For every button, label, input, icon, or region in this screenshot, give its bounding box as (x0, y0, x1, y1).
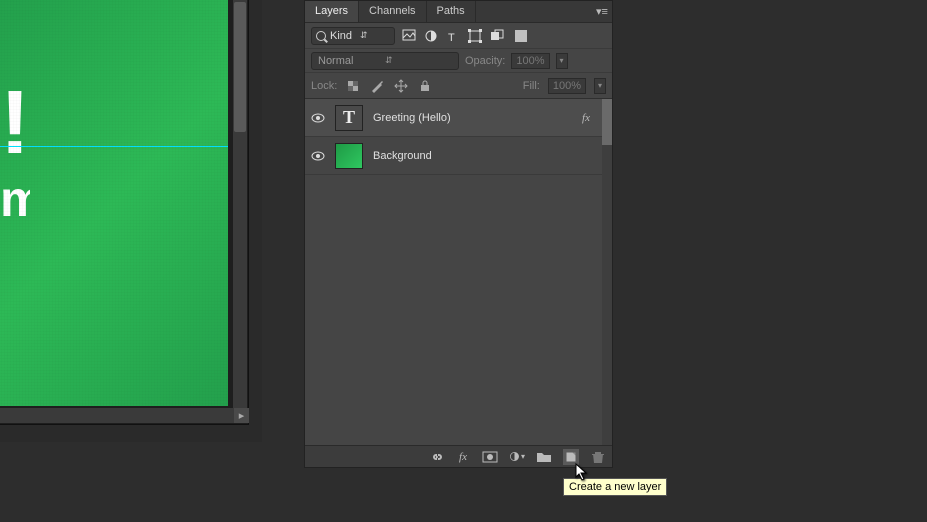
layer-name[interactable]: Background (373, 150, 606, 162)
canvas-text-fragment-bottom: m (0, 170, 30, 230)
canvas-area: ! m ▸ (0, 0, 262, 442)
panel-menu-icon[interactable]: ▾≡ (592, 1, 612, 22)
filter-pixel-icon[interactable] (401, 28, 417, 44)
fill-value-input[interactable]: 100% (548, 78, 586, 94)
search-icon (316, 31, 326, 41)
layer-thumbnail-text[interactable]: T (335, 105, 363, 131)
layer-row[interactable]: Background (305, 137, 612, 175)
fill-slider-toggle[interactable]: ▾ (594, 78, 606, 94)
blend-mode-row: Normal ⇵ Opacity: 100% ▾ (305, 49, 612, 73)
svg-text:T: T (448, 32, 455, 43)
tab-channels[interactable]: Channels (359, 1, 426, 22)
layer-filter-row: Kind ⇵ T (305, 23, 612, 49)
canvas-text-fragment-top: ! (0, 72, 30, 157)
blend-mode-select[interactable]: Normal ⇵ (311, 52, 459, 70)
filter-kind-label: Kind (330, 30, 360, 42)
lock-transparent-icon[interactable] (345, 78, 361, 94)
layer-style-icon[interactable]: fx (455, 449, 471, 465)
adjustment-layer-icon[interactable]: ▾ (509, 449, 525, 465)
blend-mode-value: Normal (318, 55, 385, 67)
layer-thumbnail-image[interactable] (335, 143, 363, 169)
filter-type-icon[interactable]: T (445, 28, 461, 44)
canvas-vscroll-thumb[interactable] (234, 2, 246, 132)
visibility-toggle-icon[interactable] (311, 111, 325, 125)
opacity-label: Opacity: (465, 55, 505, 67)
canvas-vertical-scrollbar[interactable] (233, 0, 247, 410)
layer-row[interactable]: T Greeting (Hello) fx ▾ (305, 99, 612, 137)
filter-shape-icon[interactable] (467, 28, 483, 44)
filter-toggle-switch[interactable] (515, 30, 527, 42)
lock-label: Lock: (311, 80, 337, 92)
fill-label: Fill: (523, 80, 540, 92)
filter-kind-select[interactable]: Kind ⇵ (311, 27, 395, 45)
filter-smartobject-icon[interactable] (489, 28, 505, 44)
layers-vertical-scrollbar[interactable] (602, 99, 612, 445)
lock-pixels-icon[interactable] (369, 78, 385, 94)
link-layers-icon[interactable] (428, 449, 444, 465)
document-canvas[interactable]: ! m (0, 0, 228, 406)
opacity-slider-toggle[interactable]: ▾ (556, 53, 568, 69)
chevron-down-icon: ⇵ (360, 30, 390, 41)
layer-group-icon[interactable] (536, 449, 552, 465)
delete-layer-icon[interactable] (590, 449, 606, 465)
lock-row: Lock: Fill: 100% ▾ (305, 73, 612, 99)
layer-name[interactable]: Greeting (Hello) (373, 112, 572, 124)
layer-mask-icon[interactable] (482, 449, 498, 465)
lock-position-icon[interactable] (393, 78, 409, 94)
tab-paths[interactable]: Paths (427, 1, 476, 22)
layers-vscroll-thumb[interactable] (602, 99, 612, 145)
canvas-inner: ! m ▸ (0, 0, 249, 425)
filter-adjustment-icon[interactable] (423, 28, 439, 44)
layers-list: T Greeting (Hello) fx ▾ Background (305, 99, 612, 445)
canvas-horizontal-scrollbar[interactable]: ▸ (0, 408, 249, 423)
mouse-cursor-icon (575, 463, 589, 481)
panel-footer: fx ▾ (305, 445, 612, 467)
lock-all-icon[interactable] (417, 78, 433, 94)
opacity-value-input[interactable]: 100% (511, 53, 549, 69)
panel-tabs: Layers Channels Paths ▾≡ (305, 1, 612, 23)
hscroll-right-arrow[interactable]: ▸ (234, 408, 249, 423)
visibility-toggle-icon[interactable] (311, 149, 325, 163)
horizontal-guide[interactable] (0, 146, 228, 147)
tab-layers[interactable]: Layers (305, 1, 359, 22)
chevron-down-icon: ⇵ (385, 55, 452, 66)
layers-panel: Layers Channels Paths ▾≡ Kind ⇵ T Normal… (304, 0, 613, 468)
layer-fx-badge[interactable]: fx (582, 112, 590, 124)
